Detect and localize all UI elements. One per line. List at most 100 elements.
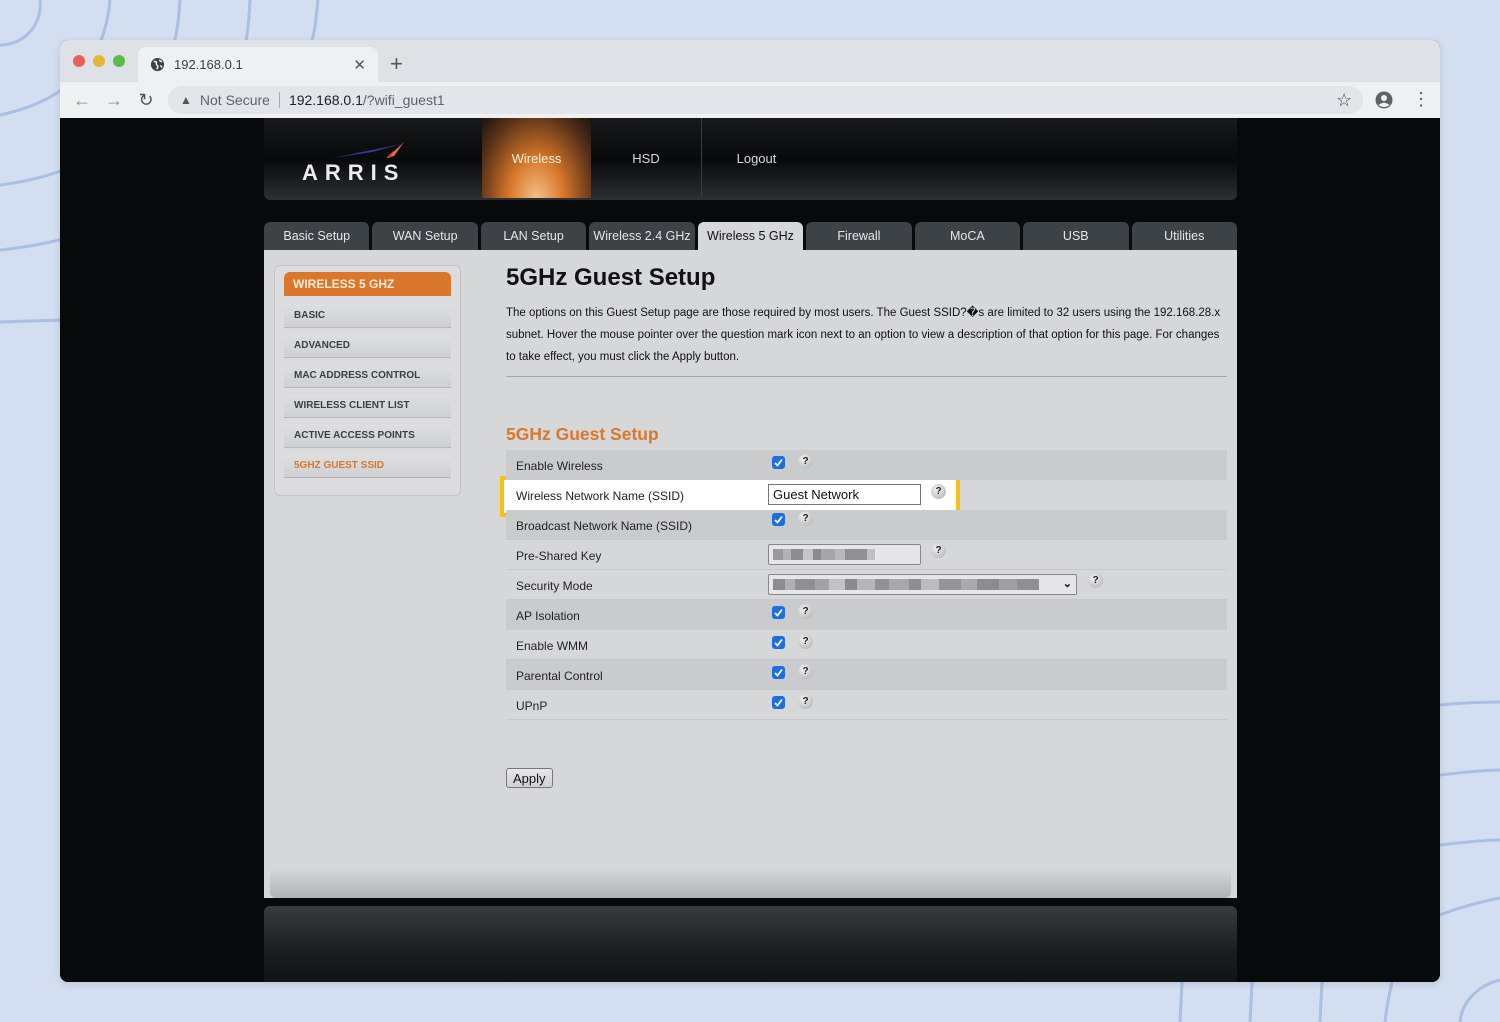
help-icon[interactable]: ? <box>798 511 813 526</box>
router-page: ARRIS Wireless HSD Logout Basic Setup WA… <box>264 118 1237 982</box>
topnav-logout[interactable]: Logout <box>701 118 811 198</box>
url-input[interactable]: ▲ Not Secure 192.168.0.1/?wifi_guest1 <box>168 86 1363 114</box>
parental-control-label: Parental Control <box>516 669 603 683</box>
security-mode-label: Security Mode <box>516 579 593 593</box>
row-ssid: Wireless Network Name (SSID) ? <box>506 480 1227 510</box>
row-enable-wmm: Enable WMM ? <box>506 630 1227 660</box>
section-tabs: Basic Setup WAN Setup LAN Setup Wireless… <box>264 222 1237 250</box>
row-parental-control: Parental Control ? <box>506 660 1227 690</box>
checkmark-icon <box>774 668 783 677</box>
minimize-window-button[interactable] <box>93 55 105 67</box>
ap-isolation-label: AP Isolation <box>516 609 580 623</box>
checkmark-icon <box>774 458 783 467</box>
tab-wireless-24ghz[interactable]: Wireless 2.4 GHz <box>589 222 695 250</box>
enable-wmm-checkbox[interactable] <box>772 636 785 649</box>
apply-button[interactable]: Apply <box>506 768 553 788</box>
maximize-window-button[interactable] <box>113 55 125 67</box>
redacted-value <box>773 579 1072 590</box>
sidebar-item-basic[interactable]: BASIC <box>284 304 451 328</box>
ssid-label: Wireless Network Name (SSID) <box>516 489 685 503</box>
enable-wireless-checkbox[interactable] <box>772 456 785 469</box>
reload-icon[interactable]: ↻ <box>136 90 156 110</box>
topnav-hsd[interactable]: HSD <box>591 118 701 198</box>
topnav-wireless[interactable]: Wireless <box>482 118 591 198</box>
section-title: 5GHz Guest Setup <box>506 424 659 444</box>
sidebar-item-mac-address-control[interactable]: MAC ADDRESS CONTROL <box>284 364 451 388</box>
browser-menu-icon[interactable]: ⋮ <box>1412 89 1430 109</box>
forward-icon[interactable]: → <box>104 90 124 110</box>
new-tab-icon[interactable]: + <box>390 51 403 77</box>
close-tab-icon[interactable]: ✕ <box>353 56 366 74</box>
tab-moca[interactable]: MoCA <box>914 222 1021 250</box>
checkmark-icon <box>774 698 783 707</box>
close-window-button[interactable] <box>73 55 85 67</box>
sidebar-item-active-access-points[interactable]: ACTIVE ACCESS POINTS <box>284 424 451 448</box>
ap-isolation-checkbox[interactable] <box>772 606 785 619</box>
sidebar-item-advanced[interactable]: ADVANCED <box>284 334 451 358</box>
page-description: The options on this Guest Setup page are… <box>506 307 1221 363</box>
browser-tab[interactable]: 192.168.0.1 ✕ <box>138 47 378 82</box>
back-icon[interactable]: ← <box>72 90 92 110</box>
divider <box>506 376 1227 377</box>
tab-wan-setup[interactable]: WAN Setup <box>372 222 478 250</box>
broadcast-ssid-checkbox[interactable] <box>772 513 785 526</box>
redacted-value <box>773 549 916 560</box>
enable-wmm-label: Enable WMM <box>516 639 589 653</box>
tab-firewall[interactable]: Firewall <box>806 222 912 250</box>
help-icon[interactable]: ? <box>931 543 946 558</box>
page-viewport: ARRIS Wireless HSD Logout Basic Setup WA… <box>60 118 1440 982</box>
account-icon[interactable] <box>1375 91 1393 109</box>
row-broadcast-ssid: Broadcast Network Name (SSID) ? <box>506 510 1227 540</box>
enable-wireless-label: Enable Wireless <box>516 459 603 473</box>
ssid-input[interactable] <box>768 484 921 505</box>
chevron-down-icon: ⌄ <box>1062 578 1072 590</box>
arris-logo-icon <box>332 142 404 158</box>
browser-window: 192.168.0.1 ✕ + ← → ↻ ▲ Not Secure 192.1… <box>60 40 1440 982</box>
upnp-label: UPnP <box>516 699 548 713</box>
help-icon[interactable]: ? <box>931 484 946 499</box>
sidebar: WIRELESS 5 GHZ BASIC ADVANCED MAC ADDRES… <box>274 265 461 496</box>
security-mode-select-redacted[interactable]: ⌄ <box>768 574 1077 595</box>
omnibox-divider <box>278 92 280 108</box>
tab-basic-setup[interactable]: Basic Setup <box>264 222 370 250</box>
page-title: 5GHz Guest Setup <box>506 264 716 291</box>
url-text: 192.168.0.1/?wifi_guest1 <box>289 92 445 108</box>
address-bar: ← → ↻ ▲ Not Secure 192.168.0.1/?wifi_gue… <box>60 82 1440 118</box>
content-panel: WIRELESS 5 GHZ BASIC ADVANCED MAC ADDRES… <box>264 250 1237 898</box>
row-security-mode: Security Mode ⌄ ? <box>506 570 1227 600</box>
settings-table: Enable Wireless ? Wireless Network Name … <box>500 450 1227 720</box>
help-icon[interactable]: ? <box>798 664 813 679</box>
content-panel-bottom <box>270 868 1231 898</box>
broadcast-ssid-label: Broadcast Network Name (SSID) <box>516 519 693 533</box>
psk-input-redacted[interactable] <box>768 544 921 565</box>
url-path: /?wifi_guest1 <box>362 92 445 108</box>
tab-wireless-5ghz[interactable]: Wireless 5 GHz <box>697 222 804 250</box>
bookmark-star-icon[interactable]: ☆ <box>1336 90 1352 111</box>
window-controls <box>73 55 125 67</box>
checkmark-icon <box>774 608 783 617</box>
help-icon[interactable]: ? <box>798 604 813 619</box>
help-icon[interactable]: ? <box>1088 573 1103 588</box>
router-header: ARRIS Wireless HSD Logout <box>264 118 1237 200</box>
help-icon[interactable]: ? <box>798 694 813 709</box>
security-label: Not Secure <box>199 92 270 108</box>
row-pre-shared-key: Pre-Shared Key ? <box>506 540 1227 570</box>
tab-utilities[interactable]: Utilities <box>1131 222 1237 250</box>
parental-control-checkbox[interactable] <box>772 666 785 679</box>
sidebar-item-wireless-client-list[interactable]: WIRELESS CLIENT LIST <box>284 394 451 418</box>
upnp-checkbox[interactable] <box>772 696 785 709</box>
help-icon[interactable]: ? <box>798 454 813 469</box>
brand-logo-text: ARRIS <box>302 160 406 185</box>
url-host: 192.168.0.1 <box>288 92 363 108</box>
tab-strip: 192.168.0.1 ✕ + <box>60 40 1440 82</box>
sidebar-item-5ghz-guest-ssid[interactable]: 5GHZ GUEST SSID <box>284 454 451 478</box>
tab-lan-setup[interactable]: LAN Setup <box>480 222 587 250</box>
row-enable-wireless: Enable Wireless ? <box>506 450 1227 480</box>
globe-icon <box>150 57 165 72</box>
tab-usb[interactable]: USB <box>1023 222 1129 250</box>
help-icon[interactable]: ? <box>798 634 813 649</box>
warning-icon: ▲ <box>180 93 192 107</box>
row-upnp: UPnP ? <box>506 690 1227 720</box>
router-footer <box>264 906 1237 982</box>
psk-label: Pre-Shared Key <box>516 549 602 563</box>
